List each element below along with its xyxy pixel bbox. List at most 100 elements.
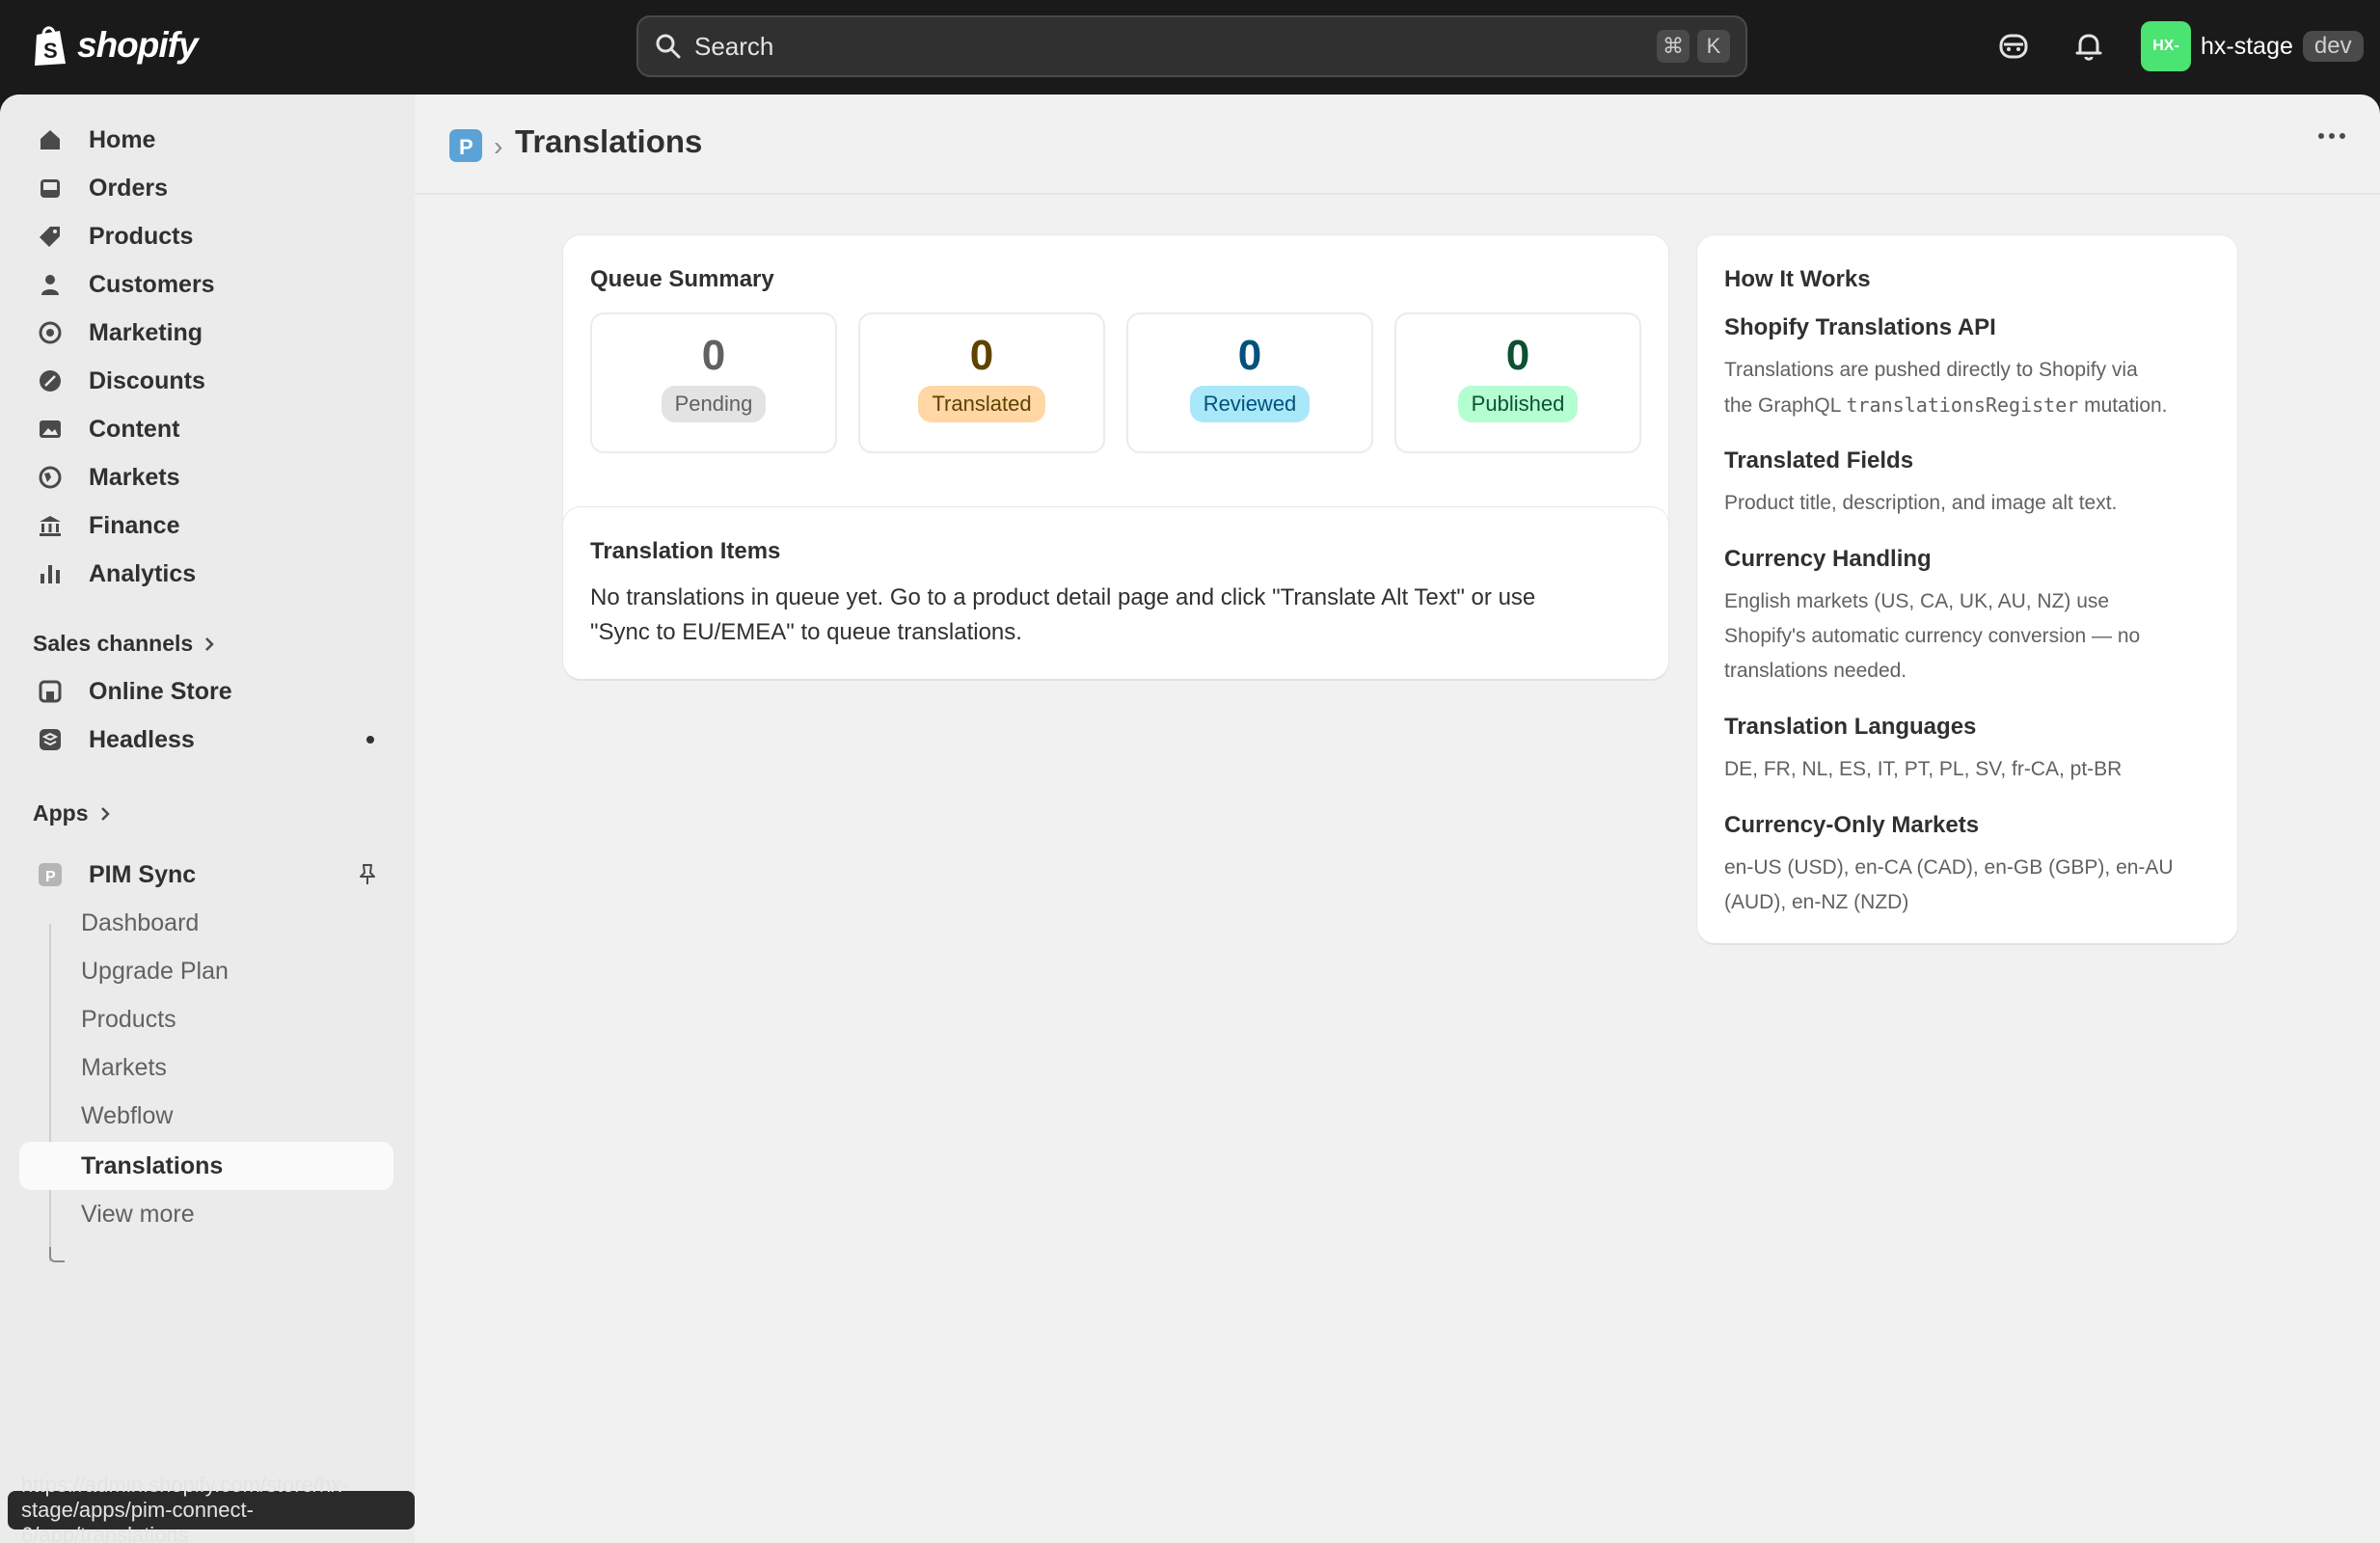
section-text: (AUD), en-NZ (NZD) bbox=[1724, 891, 1909, 913]
section-text: Shopify's automatic currency conversion … bbox=[1724, 625, 2141, 647]
text-fragment: the GraphQL bbox=[1724, 394, 1847, 417]
discount-icon bbox=[40, 370, 61, 392]
empty-state-line: "Sync to EU/EMEA" to queue translations. bbox=[590, 619, 1022, 645]
pim-logo-icon: P bbox=[459, 135, 473, 159]
sidebar-item-label: Products bbox=[89, 222, 194, 250]
code-snippet: translationsRegister bbox=[1846, 393, 2079, 417]
section-text: English markets (US, CA, UK, AU, NZ) use bbox=[1724, 590, 2110, 612]
sidebar-item-label: Online Store bbox=[89, 677, 232, 705]
sidebar-subitem-view-more[interactable]: View more bbox=[19, 1190, 393, 1238]
svg-text:S: S bbox=[43, 39, 58, 63]
sidebar-item-label: Markets bbox=[81, 1053, 167, 1081]
inbox-icon bbox=[41, 179, 60, 198]
shopify-logo[interactable]: S shopify bbox=[31, 23, 199, 68]
section-heading: Shopify Translations API bbox=[1724, 314, 1996, 340]
dot bbox=[2339, 133, 2345, 139]
admin-frame: Home Orders Products Customers Marketing… bbox=[0, 95, 2380, 1543]
sidebar-subitem-upgrade-plan[interactable]: Upgrade Plan bbox=[19, 947, 393, 995]
sidebar-item-label: View more bbox=[81, 1200, 195, 1228]
sidebar-item-pim-sync[interactable]: P PIM Sync bbox=[19, 851, 393, 899]
breadcrumb-chevron-icon: › bbox=[494, 131, 503, 161]
sidebar-item-customers[interactable]: Customers bbox=[19, 260, 393, 309]
section-heading: Currency Handling bbox=[1724, 546, 1932, 572]
image-icon bbox=[40, 420, 61, 438]
link-url-tooltip: https://admin.shopify.com/store/hx-stage… bbox=[8, 1473, 415, 1543]
unread-dot bbox=[366, 736, 374, 744]
sidebar: Home Orders Products Customers Marketing… bbox=[0, 95, 415, 1543]
sidebar-item-analytics[interactable]: Analytics bbox=[19, 550, 393, 598]
sidebar-item-finance[interactable]: Finance bbox=[19, 501, 393, 550]
section-text: Translations are pushed directly to Shop… bbox=[1724, 359, 2138, 381]
section-heading: Translation Languages bbox=[1724, 714, 1977, 740]
sidebar-item-label: Upgrade Plan bbox=[81, 957, 229, 985]
how-it-works-card: How It Works Shopify Translations API Tr… bbox=[1697, 235, 2237, 943]
sidebar-subitem-markets[interactable]: Markets bbox=[19, 1043, 393, 1092]
sidebar-item-label: Translations bbox=[81, 1151, 224, 1179]
sidebar-item-orders[interactable]: Orders bbox=[19, 164, 393, 212]
section-heading: Currency-Only Markets bbox=[1724, 812, 1980, 838]
search-bar[interactable]: Search ⌘ K bbox=[636, 15, 1747, 77]
sidebar-item-content[interactable]: Content bbox=[19, 405, 393, 453]
search-placeholder: Search bbox=[694, 31, 774, 61]
bank-icon bbox=[40, 516, 61, 536]
svg-text:P: P bbox=[45, 869, 56, 885]
stat-reviewed: 0 Reviewed bbox=[1126, 312, 1373, 453]
brand-wordmark: shopify bbox=[77, 25, 199, 65]
sidekick-icon[interactable] bbox=[1996, 29, 2031, 64]
apps-header[interactable]: Apps bbox=[33, 800, 112, 826]
dot bbox=[2318, 133, 2324, 139]
stat-translated: 0 Translated bbox=[858, 312, 1105, 453]
top-bar: S shopify Search ⌘ K HX- hx-stage dev bbox=[0, 0, 2380, 95]
sidebar-subitem-dashboard[interactable]: Dashboard bbox=[19, 899, 393, 947]
sidebar-item-online-store[interactable]: Online Store bbox=[19, 667, 393, 716]
sidebar-item-label: Marketing bbox=[89, 318, 203, 346]
card-title: Translation Items bbox=[590, 538, 781, 564]
page-title: Translations bbox=[515, 123, 703, 159]
sidebar-item-label: Webflow bbox=[81, 1101, 174, 1129]
search-icon bbox=[656, 34, 681, 59]
section-text: the GraphQL translationsRegister mutatio… bbox=[1724, 388, 2226, 423]
sidebar-item-discounts[interactable]: Discounts bbox=[19, 357, 393, 405]
target-icon bbox=[39, 321, 62, 344]
pim-sync-app-icon: P bbox=[39, 863, 62, 886]
more-actions-button[interactable] bbox=[2318, 133, 2345, 139]
sidebar-item-home[interactable]: Home bbox=[19, 116, 393, 164]
bell-icon[interactable] bbox=[2071, 29, 2106, 64]
sidebar-item-label: Headless bbox=[89, 725, 195, 753]
dev-badge: dev bbox=[2302, 31, 2364, 62]
sales-channels-header[interactable]: Sales channels bbox=[33, 631, 216, 657]
store-icon bbox=[39, 680, 62, 703]
sidebar-item-markets[interactable]: Markets bbox=[19, 453, 393, 501]
sidebar-item-products[interactable]: Products bbox=[19, 212, 393, 260]
section-text: Product title, description, and image al… bbox=[1724, 492, 2118, 514]
bar-chart-icon bbox=[41, 565, 60, 583]
shopify-bag-icon: S bbox=[35, 26, 66, 66]
translation-items-card: Translation Items No translations in que… bbox=[563, 507, 1668, 679]
account-menu[interactable]: HX- hx-stage dev bbox=[2141, 21, 2364, 71]
command-key: ⌘ bbox=[1657, 30, 1690, 63]
status-badge: Translated bbox=[918, 386, 1045, 422]
status-badge: Pending bbox=[661, 386, 767, 422]
stat-value: 0 bbox=[1505, 332, 1530, 379]
sidebar-subitem-products[interactable]: Products bbox=[19, 995, 393, 1043]
store-avatar: HX- bbox=[2141, 21, 2191, 71]
sidebar-item-headless[interactable]: Headless bbox=[19, 716, 393, 764]
sidebar-item-label: Analytics bbox=[89, 559, 197, 587]
sidebar-subitem-translations[interactable]: Translations bbox=[19, 1142, 393, 1190]
section-label: Sales channels bbox=[33, 631, 194, 656]
sidebar-item-marketing[interactable]: Marketing bbox=[19, 309, 393, 357]
pim-sync-logo[interactable]: P bbox=[449, 129, 482, 162]
chevron-right-icon bbox=[100, 806, 110, 821]
sidebar-item-label: Orders bbox=[89, 174, 168, 202]
card-title: Queue Summary bbox=[590, 266, 774, 292]
active-tree-branch bbox=[49, 1247, 65, 1262]
section-text: en-US (USD), en-CA (CAD), en-GB (GBP), e… bbox=[1724, 856, 2174, 879]
sidebar-subitem-webflow[interactable]: Webflow bbox=[19, 1092, 393, 1140]
globe-icon bbox=[39, 466, 62, 489]
stat-pending: 0 Pending bbox=[590, 312, 837, 453]
page-header: P › Translations bbox=[415, 95, 2380, 195]
tag-icon bbox=[40, 227, 60, 247]
stat-value: 0 bbox=[969, 332, 994, 379]
text-fragment: mutation. bbox=[2078, 394, 2168, 417]
pin-icon[interactable] bbox=[355, 862, 380, 887]
